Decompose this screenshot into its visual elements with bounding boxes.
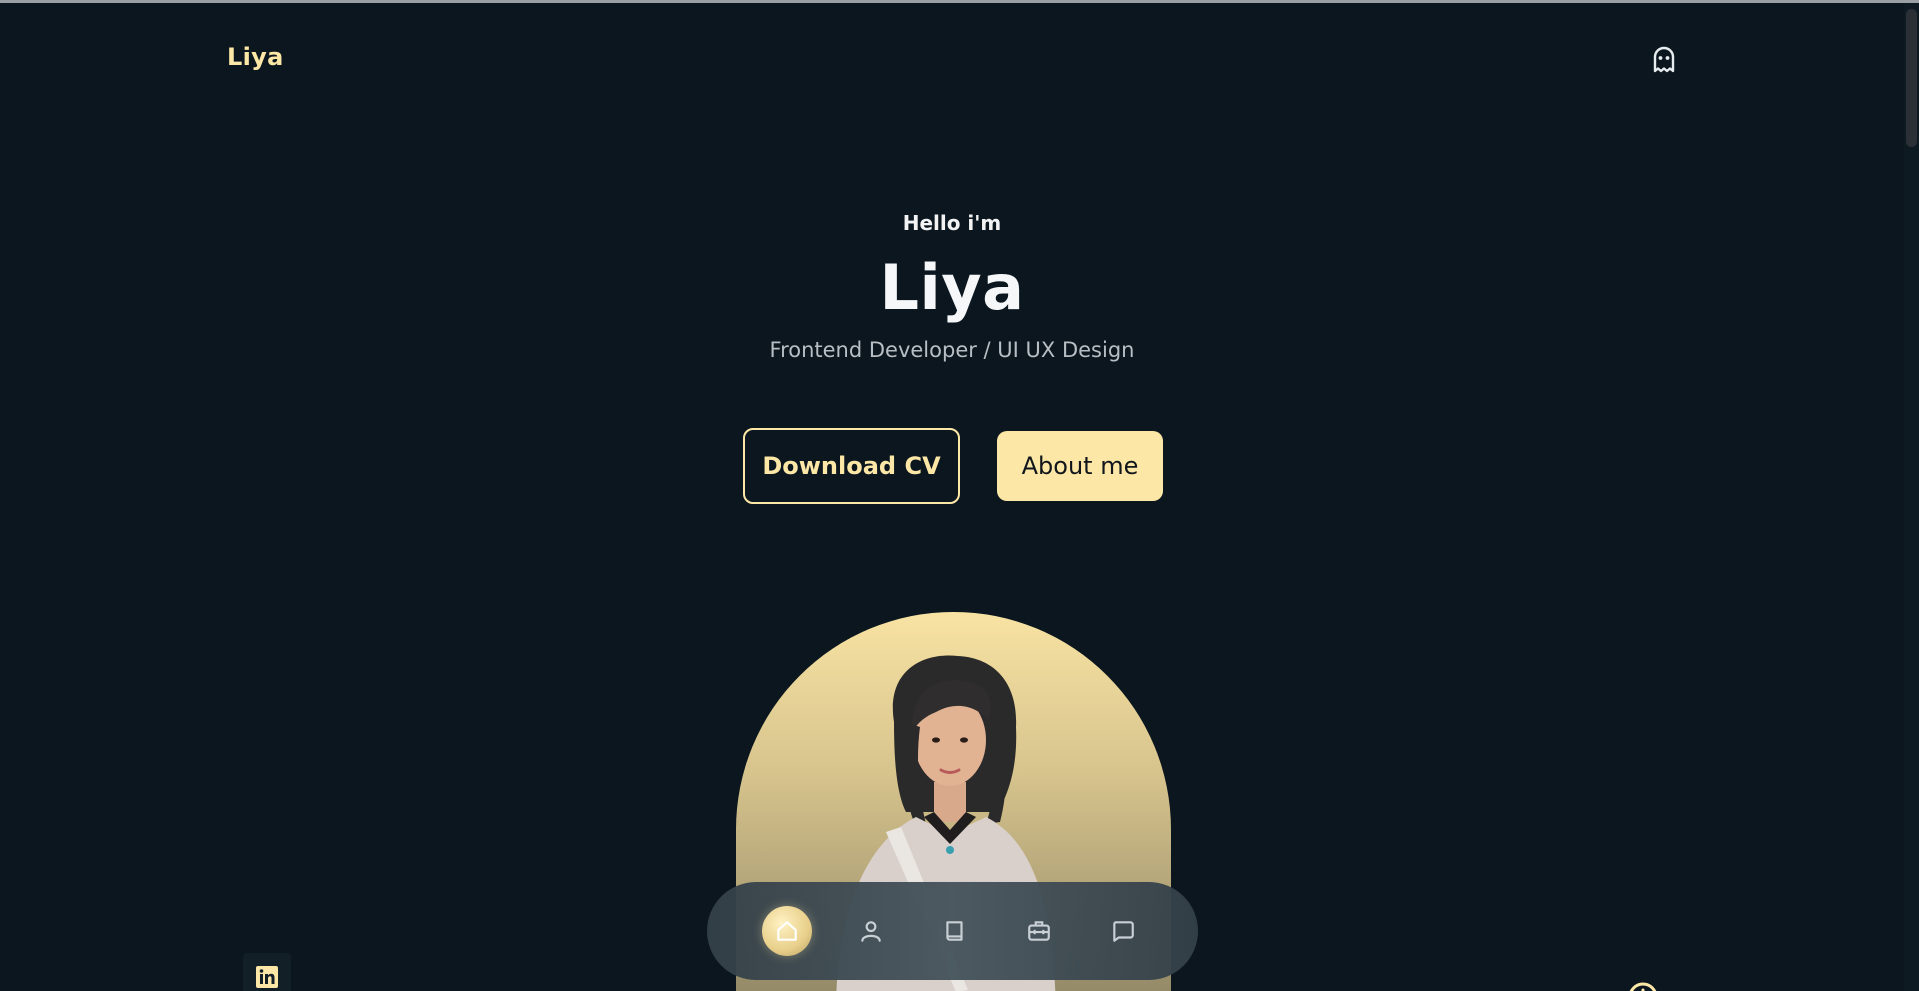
book-icon [945,921,963,941]
home-icon [776,921,797,941]
nav-home[interactable] [761,906,812,956]
mouse-icon [1629,982,1657,991]
briefcase-icon [1027,921,1050,941]
linkedin-icon [256,966,278,988]
portfolio-page: Liya Hello i'm Liya Frontend Developer /… [0,0,1919,991]
nav-contact[interactable] [1098,906,1148,956]
nav-portfolio[interactable] [1014,906,1064,956]
nav-experience[interactable] [930,906,980,956]
page-scrollbar[interactable] [1904,3,1919,991]
ghost-icon [1653,46,1675,73]
theme-toggle-button[interactable] [1649,45,1679,75]
bottom-navigation [707,882,1198,980]
scroll-down-button[interactable] [1627,981,1659,991]
download-cv-button[interactable]: Download CV [743,428,960,504]
about-me-button[interactable]: About me [997,431,1163,501]
linkedin-link[interactable] [243,953,291,991]
hero-greeting: Hello i'm [902,211,1002,235]
hero-name: Liya [879,251,1025,324]
hero-role: Frontend Developer / UI UX Design [769,338,1135,362]
scrollbar-thumb[interactable] [1906,9,1917,147]
nav-about[interactable] [846,906,896,956]
message-icon [1112,921,1134,942]
user-icon [860,921,881,942]
site-logo[interactable]: Liya [227,43,284,71]
